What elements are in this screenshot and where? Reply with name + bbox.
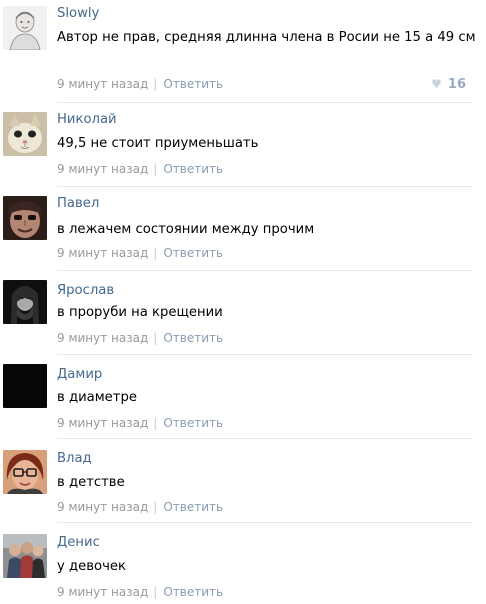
group-photo-avatar [3,534,47,578]
avatar[interactable] [3,196,47,240]
comment-time[interactable]: 9 минут назад [57,416,148,430]
comment-text: у девочек [57,559,126,574]
meta-separator: | [153,246,158,260]
bearded-man-avatar [3,280,47,324]
cat-avatar [3,112,47,156]
avatar[interactable] [3,6,47,50]
comment-item: Павел в лежачем состоянии между прочим 9… [0,186,486,270]
avatar[interactable] [3,534,47,578]
meta-separator: | [153,331,158,345]
reply-link[interactable]: Ответить [163,416,223,430]
comment-author[interactable]: Николай [57,111,117,129]
meta-separator: | [153,585,158,599]
comment-item: Денис у девочек 9 минут назад | Ответить [0,522,486,604]
comment-author[interactable]: Ярослав [57,282,114,300]
comment-time[interactable]: 9 минут назад [57,500,148,514]
divider [57,270,472,271]
comment-text: в диаметре [57,390,137,405]
meta-separator: | [153,77,158,91]
divider [57,438,472,439]
meta-separator: | [153,500,158,514]
comment-item: Ярослав в проруби на крещении 9 минут на… [0,270,486,354]
comment-text: в проруби на крещении [57,305,223,320]
comment-author[interactable]: Павел [57,195,99,213]
comment-meta: 9 минут назад | Ответить [57,245,223,261]
comment-author[interactable]: Дамир [57,366,102,384]
divider [57,354,472,355]
comment-text: в лежачем состоянии между прочим [57,222,315,237]
black-avatar [3,364,47,408]
painted-face-avatar [3,196,47,240]
comment-meta: 9 минут назад | Ответить [57,415,223,431]
divider [57,102,472,103]
comment-time[interactable]: 9 минут назад [57,162,148,176]
reply-link[interactable]: Ответить [163,500,223,514]
comment-time[interactable]: 9 минут назад [57,77,148,91]
avatar[interactable] [3,450,47,494]
meta-separator: | [153,416,158,430]
avatar[interactable] [3,364,47,408]
comment-author[interactable]: Денис [57,534,100,552]
reply-link[interactable]: Ответить [163,585,223,599]
meta-separator: | [153,162,158,176]
comment-item: Николай 49,5 не стоит приуменьшать 9 мин… [0,102,486,186]
comment-text: Автор не прав, средняя длинна члена в Ро… [57,30,476,45]
heart-icon: ♥ [431,77,442,91]
comment-item: Дамир в диаметре 9 минут назад | Ответить [0,354,486,438]
comment-author[interactable]: Влад [57,450,92,468]
avatar[interactable] [3,280,47,324]
comment-text: в детстве [57,475,125,490]
comment-meta: 9 минут назад | Ответить [57,76,223,92]
comment-meta: 9 минут назад | Ответить [57,499,223,515]
comment-time[interactable]: 9 минут назад [57,246,148,260]
comment-item: Slowly Автор не прав, средняя длинна чле… [0,0,486,102]
like-count: 16 [447,77,466,92]
glasses-woman-avatar [3,450,47,494]
comment-meta: 9 минут назад | Ответить [57,161,223,177]
divider [57,186,472,187]
sketch-face-avatar [3,6,47,50]
reply-link[interactable]: Ответить [163,77,223,91]
comment-text: 49,5 не стоит приуменьшать [57,136,259,151]
like-button[interactable]: ♥ 16 [431,76,466,93]
comment-time[interactable]: 9 минут назад [57,585,148,599]
comment-item: Влад в детстве 9 минут назад | Ответить [0,438,486,522]
divider [57,522,472,523]
reply-link[interactable]: Ответить [163,331,223,345]
comment-time[interactable]: 9 минут назад [57,331,148,345]
comment-meta: 9 минут назад | Ответить [57,330,223,346]
reply-link[interactable]: Ответить [163,162,223,176]
reply-link[interactable]: Ответить [163,246,223,260]
comment-meta: 9 минут назад | Ответить [57,584,223,600]
avatar[interactable] [3,112,47,156]
comment-author[interactable]: Slowly [57,5,99,23]
